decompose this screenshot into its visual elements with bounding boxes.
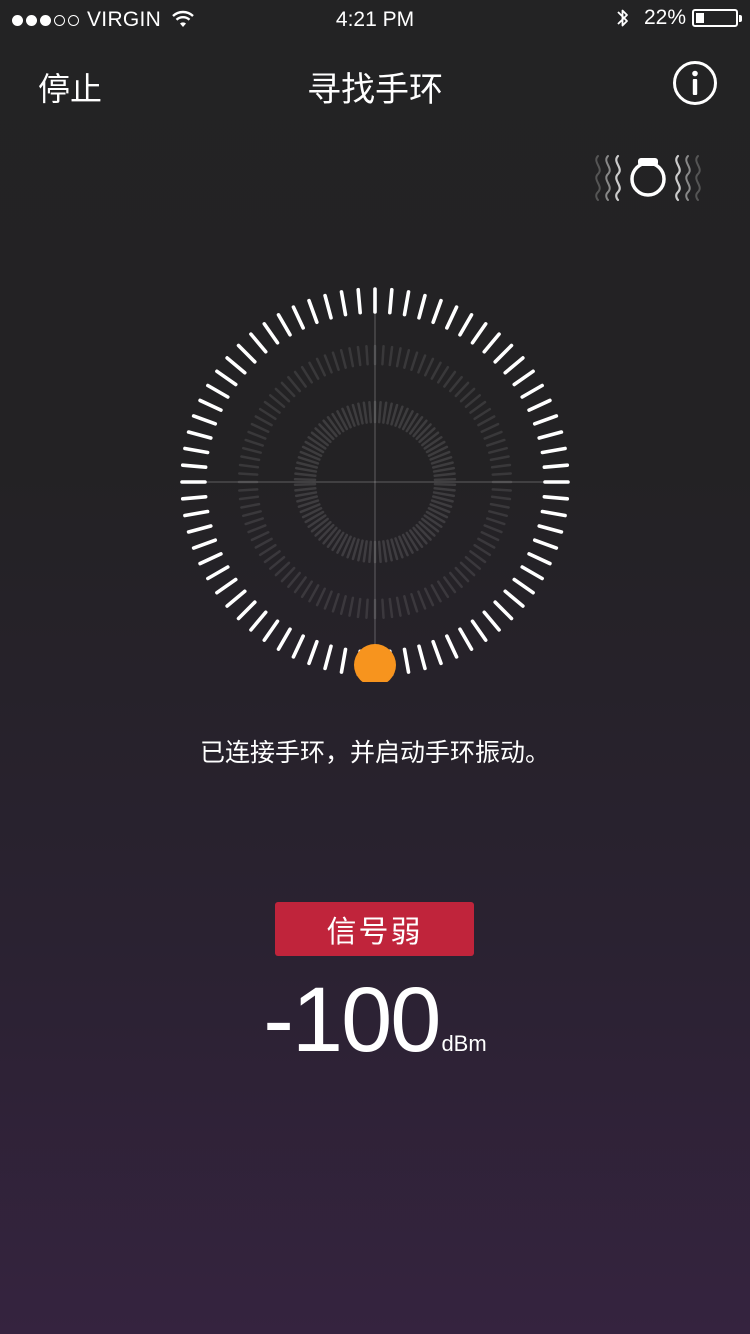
bluetooth-icon — [617, 9, 628, 27]
radar-dial — [180, 287, 570, 682]
page-title: 寻找手环 — [307, 70, 443, 110]
signal-reading: -100dBm — [0, 968, 750, 1073]
band-vibration-icon[interactable] — [588, 150, 708, 204]
info-icon[interactable] — [672, 60, 718, 106]
status-bar: VIRGIN 4:21 PM 22% — [0, 0, 750, 40]
nav-bar: 停止 寻找手环 — [0, 40, 750, 128]
status-right: 22% — [616, 6, 742, 30]
signal-strength-badge: 信号弱 — [275, 902, 474, 956]
signal-value: -100 — [263, 969, 441, 1071]
battery-icon — [692, 9, 742, 27]
signal-unit: dBm — [441, 1031, 487, 1056]
status-message: 已连接手环，并启动手环振动。 — [199, 738, 550, 767]
battery-percent: 22% — [643, 6, 686, 29]
